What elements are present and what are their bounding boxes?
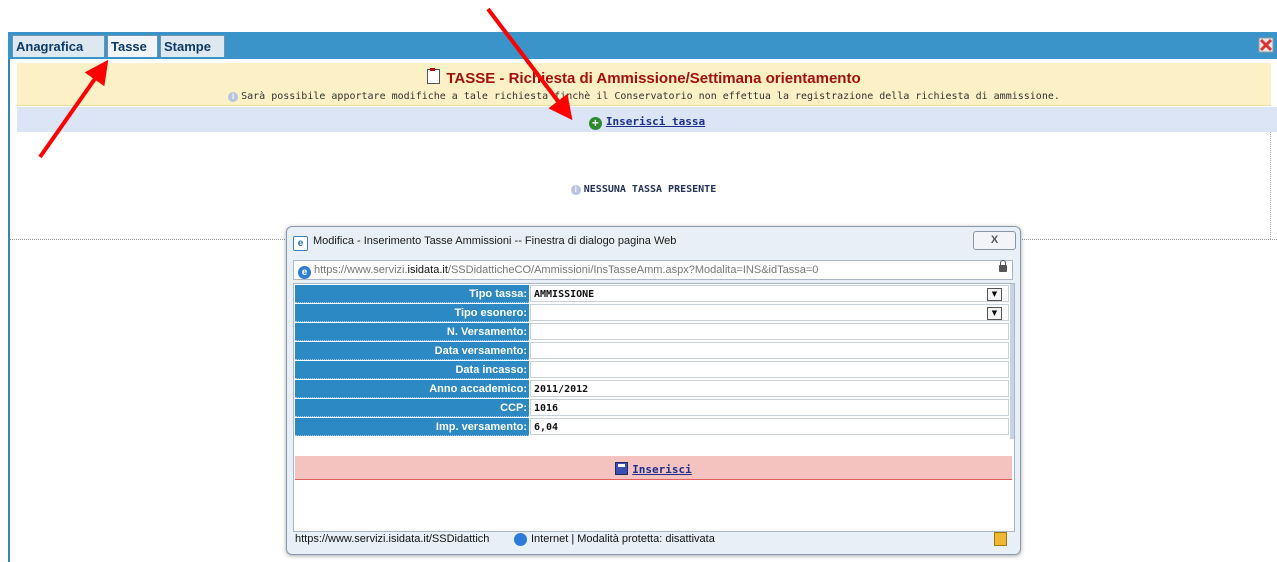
dialog-title: e Modifica - Inserimento Tasse Ammissioni…	[293, 235, 676, 251]
tab-tasse[interactable]: Tasse	[107, 35, 158, 57]
ccp-field[interactable]: 1016	[530, 399, 1009, 416]
form-row-anno-accademico: Anno accademico: 2011/2012	[295, 380, 1012, 399]
form-row-n-versamento: N. Versamento:	[295, 323, 1012, 342]
n-versamento-input[interactable]	[530, 323, 1009, 340]
tax-list: i NESSUNA TASSA PRESENTE	[17, 132, 1271, 239]
address-domain: isidata.it	[407, 264, 448, 276]
page-note: i Sarà possibile apportare modifiche a ta…	[17, 91, 1271, 102]
tab-label: Stampe	[164, 39, 211, 54]
address-bar[interactable]: e https://www.servizi.isidata.it/SSDidatt…	[293, 260, 1013, 280]
info-icon: i	[570, 185, 581, 195]
field-label: Data versamento:	[295, 342, 529, 360]
save-bar: Inserisci	[295, 456, 1012, 480]
data-versamento-input[interactable]	[530, 342, 1009, 359]
anno-accademico-field[interactable]: 2011/2012	[530, 380, 1009, 397]
imp-versamento-field[interactable]: 6,04	[530, 418, 1009, 435]
padlock-icon	[994, 532, 1007, 546]
tipo-tassa-select[interactable]: AMMISSIONE ▼	[530, 285, 1009, 302]
save-icon[interactable]	[615, 462, 629, 475]
select-value: AMMISSIONE	[534, 289, 595, 300]
tab-bar: Anagrafica Tasse Stampe	[8, 32, 1277, 59]
field-label: N. Versamento:	[295, 323, 529, 341]
status-bar: https://www.servizi.isidata.it/SSDidatti…	[293, 530, 1013, 549]
page-note-text: Sarà possibile apportare modifiche a tal…	[241, 91, 1060, 102]
address-path: /SSDidatticheCO/Ammissioni/InsTasseAmm.a…	[447, 264, 819, 276]
ie-icon: e	[298, 266, 311, 279]
form-row-data-incasso: Data incasso:	[295, 361, 1012, 380]
tax-dialog: e Modifica - Inserimento Tasse Ammissioni…	[286, 226, 1021, 555]
ie-page-icon: e	[293, 236, 308, 251]
close-icon[interactable]	[1257, 35, 1275, 55]
tab-label: Anagrafica	[16, 39, 84, 54]
tab-label: Tasse	[111, 39, 147, 54]
add-icon[interactable]: +	[588, 117, 602, 130]
field-label: Anno accademico:	[295, 380, 529, 398]
add-tax-link[interactable]: Inserisci tassa	[606, 115, 705, 128]
dialog-content: Tipo tassa: AMMISSIONE ▼ Tipo esonero: ▼ …	[293, 283, 1015, 532]
page-header: TASSE - Richiesta di Ammissione/Settiman…	[17, 63, 1271, 106]
field-label: Tipo esonero:	[295, 304, 529, 322]
tab-stampe[interactable]: Stampe	[160, 35, 225, 57]
field-label: CCP:	[295, 399, 529, 417]
save-link[interactable]: Inserisci	[632, 463, 692, 476]
form-row-imp-versamento: Imp. versamento: 6,04	[295, 418, 1012, 437]
page-title: TASSE - Richiesta di Ammissione/Settiman…	[17, 68, 1271, 87]
form-row-tipo-tassa: Tipo tassa: AMMISSIONE ▼	[295, 285, 1012, 304]
form-row-ccp: CCP: 1016	[295, 399, 1012, 418]
status-zone: Internet | Modalità protetta: disattivat…	[531, 533, 715, 545]
page-title-text: TASSE - Richiesta di Ammissione/Settiman…	[446, 70, 861, 87]
form-row-data-versamento: Data versamento:	[295, 342, 1012, 361]
field-label: Imp. versamento:	[295, 418, 529, 436]
empty-message: i NESSUNA TASSA PRESENTE	[17, 184, 1270, 195]
tab-anagrafica[interactable]: Anagrafica	[12, 35, 105, 57]
lock-icon	[999, 260, 1007, 272]
address-prefix: https://www.servizi.	[314, 264, 408, 276]
data-incasso-input[interactable]	[530, 361, 1009, 378]
dialog-title-text: Modifica - Inserimento Tasse Ammissioni …	[313, 235, 677, 247]
info-icon: i	[228, 92, 239, 102]
tipo-esonero-select[interactable]: ▼	[530, 304, 1009, 321]
globe-icon	[514, 533, 527, 546]
dialog-close-button[interactable]: X	[973, 231, 1016, 250]
document-icon	[427, 68, 441, 84]
dropdown-arrow-icon[interactable]: ▼	[987, 307, 1002, 320]
status-url: https://www.servizi.isidata.it/SSDidatti…	[295, 533, 490, 545]
field-label: Data incasso:	[295, 361, 529, 379]
add-tax-bar: + Inserisci tassa	[17, 107, 1277, 132]
dropdown-arrow-icon[interactable]: ▼	[987, 288, 1002, 301]
field-label: Tipo tassa:	[295, 285, 529, 303]
scrollbar[interactable]	[1010, 284, 1014, 439]
form-row-tipo-esonero: Tipo esonero: ▼	[295, 304, 1012, 323]
empty-message-text: NESSUNA TASSA PRESENTE	[583, 184, 717, 195]
